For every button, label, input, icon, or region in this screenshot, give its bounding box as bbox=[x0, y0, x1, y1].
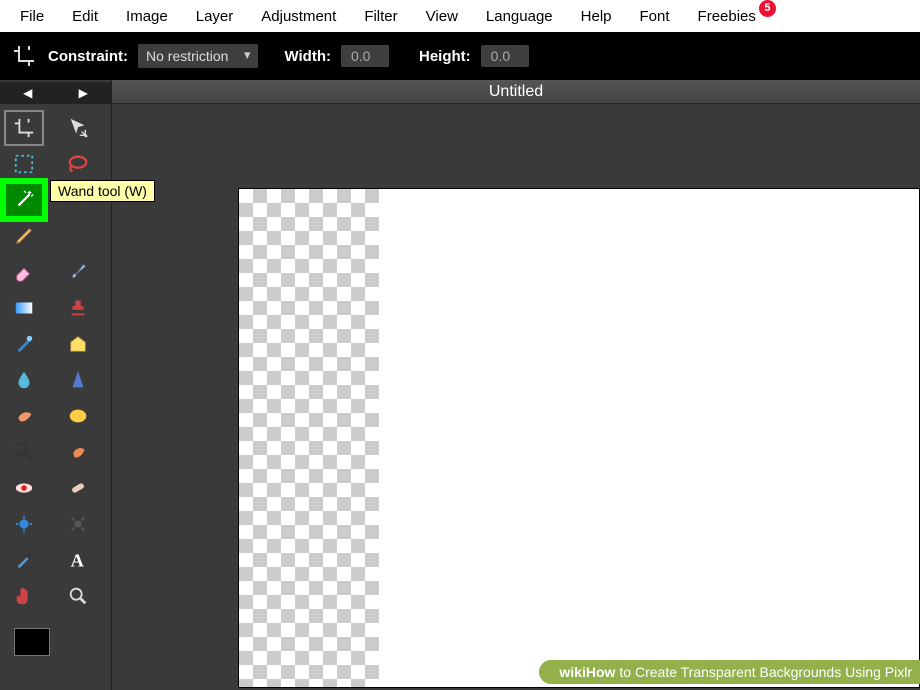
pinch-tool[interactable] bbox=[60, 508, 96, 540]
menu-view[interactable]: View bbox=[412, 2, 472, 31]
workspace: ◀ ▶ bbox=[0, 80, 920, 690]
crop-options-icon bbox=[12, 44, 36, 68]
menu-adjustment[interactable]: Adjustment bbox=[247, 2, 350, 31]
sharpen-tool[interactable] bbox=[60, 364, 96, 396]
menu-font[interactable]: Font bbox=[626, 2, 684, 31]
color-swatch-area bbox=[0, 620, 111, 664]
transparent-region bbox=[239, 189, 379, 687]
svg-text:A: A bbox=[71, 550, 85, 570]
canvas[interactable] bbox=[238, 188, 920, 688]
hand-tool[interactable] bbox=[6, 580, 42, 612]
freebies-badge: 5 bbox=[759, 0, 776, 17]
height-label: Height: bbox=[419, 48, 471, 65]
menu-freebies[interactable]: Freebies 5 bbox=[684, 2, 774, 31]
tool-sidebar: ◀ ▶ bbox=[0, 80, 112, 690]
blur-tool[interactable] bbox=[6, 364, 42, 396]
marquee-tool[interactable] bbox=[6, 148, 42, 180]
wikihow-banner: wikiHow to Create Transparent Background… bbox=[539, 660, 920, 684]
pencil-tool[interactable] bbox=[6, 220, 42, 252]
height-input[interactable]: 0.0 bbox=[481, 45, 529, 67]
zoom-tool[interactable] bbox=[60, 580, 96, 612]
burn-tool[interactable] bbox=[60, 436, 96, 468]
redeye-tool[interactable] bbox=[6, 472, 42, 504]
menu-freebies-label: Freebies bbox=[698, 8, 756, 25]
document-title-bar[interactable]: Untitled bbox=[112, 80, 920, 104]
menu-image[interactable]: Image bbox=[112, 2, 182, 31]
gradient-tool[interactable] bbox=[6, 292, 42, 324]
constraint-label: Constraint: bbox=[48, 48, 128, 65]
wand-tooltip: Wand tool (W) bbox=[50, 180, 155, 202]
crop-tool[interactable] bbox=[6, 112, 42, 144]
menu-language[interactable]: Language bbox=[472, 2, 567, 31]
constraint-select[interactable]: No restriction bbox=[138, 44, 258, 68]
menu-filter[interactable]: Filter bbox=[350, 2, 411, 31]
nav-left-icon[interactable]: ◀ bbox=[23, 86, 32, 100]
colorpicker-tool[interactable] bbox=[6, 544, 42, 576]
menu-edit[interactable]: Edit bbox=[58, 2, 112, 31]
move-tool[interactable] bbox=[60, 112, 96, 144]
menu-file[interactable]: File bbox=[6, 2, 58, 31]
color-replace-tool[interactable] bbox=[6, 328, 42, 360]
spot-heal-tool[interactable] bbox=[60, 472, 96, 504]
banner-wiki: wiki bbox=[559, 664, 585, 680]
wand-tool[interactable] bbox=[6, 184, 42, 216]
smudge-tool[interactable] bbox=[6, 400, 42, 432]
menu-help[interactable]: Help bbox=[567, 2, 626, 31]
menu-layer[interactable]: Layer bbox=[182, 2, 248, 31]
foreground-color-swatch[interactable] bbox=[14, 628, 50, 656]
options-bar: Constraint: No restriction Width: 0.0 He… bbox=[0, 32, 920, 80]
menu-bar: File Edit Image Layer Adjustment Filter … bbox=[0, 0, 920, 32]
banner-rest: to Create Transparent Backgrounds Using … bbox=[619, 664, 912, 680]
sidebar-nav: ◀ ▶ bbox=[0, 82, 111, 104]
width-input[interactable]: 0.0 bbox=[341, 45, 389, 67]
type-tool[interactable]: A bbox=[60, 544, 96, 576]
stamp-tool[interactable] bbox=[60, 292, 96, 324]
width-label: Width: bbox=[284, 48, 331, 65]
eraser-tool[interactable] bbox=[6, 256, 42, 288]
canvas-area: Untitled wikiHow to Create Transparent B… bbox=[112, 80, 920, 690]
brush-tool[interactable] bbox=[60, 256, 96, 288]
bloat-tool[interactable] bbox=[6, 508, 42, 540]
sponge-tool[interactable] bbox=[60, 400, 96, 432]
nav-right-icon[interactable]: ▶ bbox=[79, 86, 88, 100]
banner-how: How bbox=[586, 664, 616, 680]
lasso-tool[interactable] bbox=[60, 148, 96, 180]
draw-tool[interactable] bbox=[60, 328, 96, 360]
dodge-tool[interactable] bbox=[6, 436, 42, 468]
